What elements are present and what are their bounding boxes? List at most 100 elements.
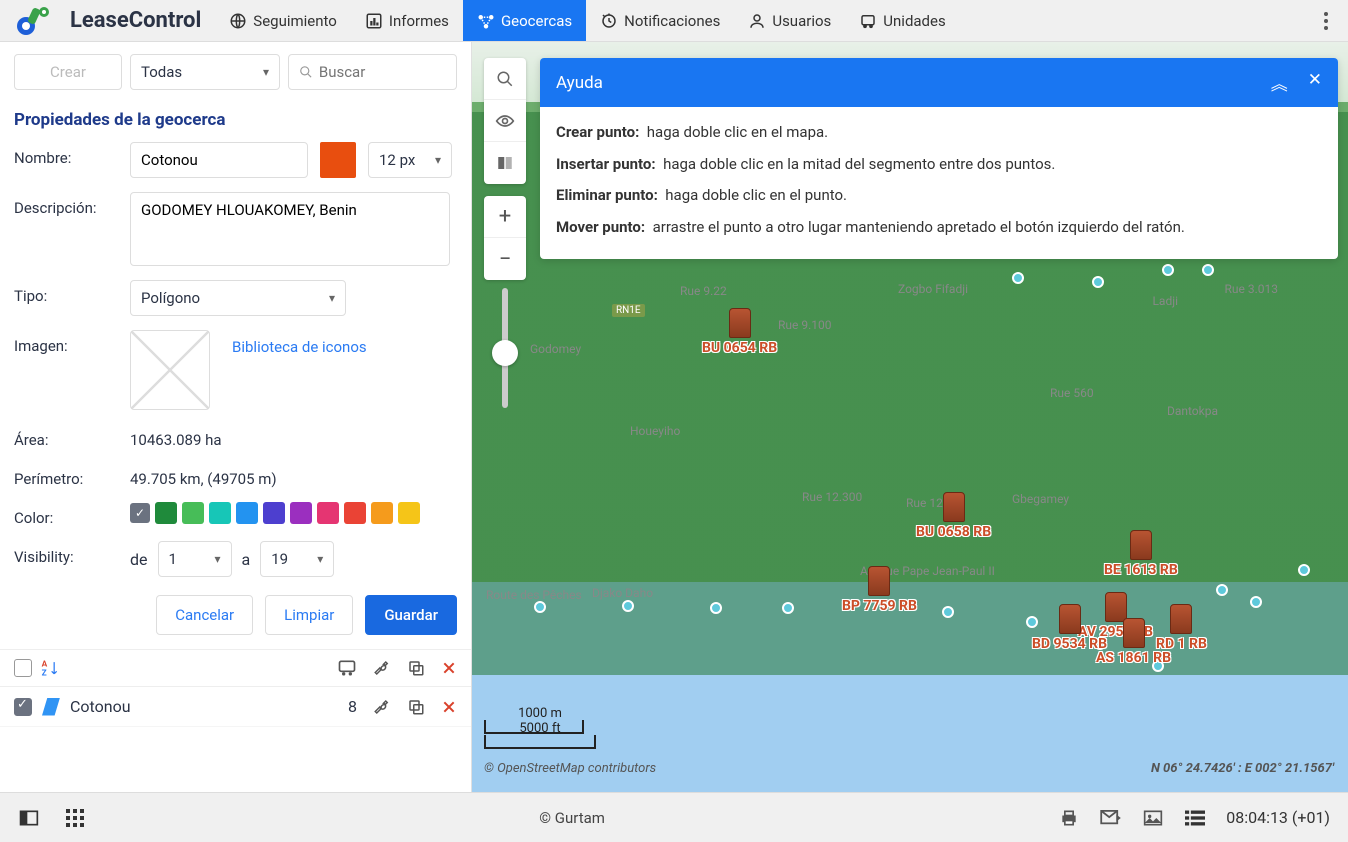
apps-grid[interactable]	[64, 807, 86, 829]
polygon-point[interactable]	[622, 600, 634, 612]
color-checkbox[interactable]: ✓	[130, 503, 150, 523]
create-button[interactable]: Crear	[14, 54, 122, 90]
color-swatch[interactable]	[263, 502, 285, 524]
polygon-point[interactable]	[1216, 584, 1228, 596]
wrench-icon[interactable]	[373, 698, 391, 716]
polygon-point[interactable]	[1202, 264, 1214, 276]
logo-icon	[14, 6, 62, 36]
sidebar: Crear Todas▾ Propiedades de la geocerca …	[0, 42, 472, 792]
list-header: AZ	[0, 649, 471, 687]
geofence-shape-icon	[42, 698, 60, 716]
polygon-point[interactable]	[710, 602, 722, 614]
sb-list[interactable]	[1184, 807, 1206, 829]
polygon-point[interactable]	[1152, 660, 1164, 672]
nav-geocercas[interactable]: Geocercas	[463, 0, 586, 41]
sidebar-top: Crear Todas▾	[0, 42, 471, 102]
collapse-icon[interactable]: ︽	[1271, 70, 1288, 95]
color-swatch[interactable]	[344, 502, 366, 524]
polygon-point[interactable]	[782, 602, 794, 614]
color-swatch[interactable]	[236, 502, 258, 524]
polygon-point[interactable]	[1094, 638, 1106, 650]
search-input[interactable]	[319, 63, 446, 81]
sb-image[interactable]	[1142, 807, 1164, 829]
brand-logo: LeaseControl	[0, 6, 215, 36]
copy-icon[interactable]	[407, 659, 425, 677]
nav-notificaciones[interactable]: Notificaciones	[586, 0, 734, 41]
perimetro-value: 49.705 km, (49705 m)	[130, 463, 277, 488]
delete-icon[interactable]	[441, 699, 457, 715]
zoom-handle[interactable]	[492, 340, 518, 366]
polygon-point[interactable]	[1012, 272, 1024, 284]
brand-name: LeaseControl	[70, 8, 201, 33]
nav-informes[interactable]: Informes	[351, 0, 463, 41]
print-icon	[1059, 809, 1079, 827]
map[interactable]: Godomey Dantokpa Gbegamey Zogbo Fifadji …	[472, 42, 1348, 792]
text-color-swatch[interactable]	[320, 142, 356, 178]
polygon-point[interactable]	[1162, 264, 1174, 276]
clear-button[interactable]: Limpiar	[265, 595, 353, 635]
sb-print[interactable]	[1058, 807, 1080, 829]
main: Crear Todas▾ Propiedades de la geocerca …	[0, 42, 1348, 792]
menu-more[interactable]	[1304, 12, 1348, 30]
help-panel: Ayuda ︽ ✕ Crear punto: haga doble clic e…	[540, 58, 1338, 259]
map-layers[interactable]	[484, 142, 526, 184]
chart-icon	[365, 12, 383, 30]
sb-mail[interactable]	[1100, 807, 1122, 829]
help-header: Ayuda ︽ ✕	[540, 58, 1338, 107]
layout-toggle[interactable]	[18, 807, 40, 829]
color-swatch[interactable]	[317, 502, 339, 524]
save-button[interactable]: Guardar	[365, 595, 457, 635]
visibility-from[interactable]: 1▾	[158, 541, 232, 577]
item-checkbox[interactable]	[14, 698, 32, 716]
nav-usuarios[interactable]: Usuarios	[734, 0, 845, 41]
color-swatch[interactable]	[209, 502, 231, 524]
polygon-point[interactable]	[1298, 564, 1310, 576]
polygon-point[interactable]	[1250, 596, 1262, 608]
props: Nombre: 12 px▾ Descripción: GODOMEY HLOU…	[0, 142, 471, 591]
icon-library-link[interactable]: Biblioteca de iconos	[222, 330, 377, 364]
polygon-point[interactable]	[942, 606, 954, 618]
polygon-point[interactable]	[1092, 276, 1104, 288]
image-placeholder[interactable]	[130, 330, 210, 410]
color-swatch[interactable]	[398, 502, 420, 524]
chevron-down-icon: ▾	[329, 291, 335, 305]
visibility-to[interactable]: 19▾	[260, 541, 334, 577]
label-imagen: Imagen:	[14, 330, 118, 355]
vertical-dots-icon	[1324, 12, 1328, 30]
filter-select[interactable]: Todas▾	[130, 54, 280, 90]
zoom-out[interactable]: −	[484, 238, 526, 280]
bus-icon[interactable]	[337, 659, 357, 677]
props-title: Propiedades de la geocerca	[0, 102, 471, 142]
list-item[interactable]: Cotonou 8	[0, 687, 471, 727]
label-perimetro: Perímetro:	[14, 463, 118, 488]
color-swatch[interactable]	[182, 502, 204, 524]
map-visibility[interactable]	[484, 100, 526, 142]
map-search[interactable]	[484, 58, 526, 100]
polygon-point[interactable]	[534, 601, 546, 613]
color-swatch[interactable]	[371, 502, 393, 524]
nav-seguimiento[interactable]: Seguimiento	[215, 0, 351, 41]
close-icon[interactable]: ✕	[1308, 70, 1322, 95]
polygon-point[interactable]	[1026, 616, 1038, 628]
description-input[interactable]: GODOMEY HLOUAKOMEY, Benin	[130, 192, 450, 266]
delete-icon[interactable]	[441, 660, 457, 676]
zoom-in[interactable]: +	[484, 196, 526, 238]
color-swatch[interactable]	[290, 502, 312, 524]
wrench-icon[interactable]	[373, 659, 391, 677]
label-visibility: Visibility:	[14, 541, 118, 566]
search-icon	[496, 70, 514, 88]
zoom-control: + −	[484, 196, 526, 280]
type-select[interactable]: Polígono▾	[130, 280, 346, 316]
nav: Seguimiento Informes Geocercas Notificac…	[215, 0, 959, 41]
sort-alpha-icon[interactable]: AZ	[40, 658, 60, 678]
color-swatch[interactable]	[155, 502, 177, 524]
user-icon	[748, 12, 766, 30]
font-size-select[interactable]: 12 px▾	[368, 142, 452, 178]
nav-unidades[interactable]: Unidades	[845, 0, 959, 41]
eye-icon	[495, 114, 515, 128]
name-input[interactable]	[130, 142, 308, 178]
cancel-button[interactable]: Cancelar	[156, 595, 253, 635]
copy-icon[interactable]	[407, 698, 425, 716]
map-coords: N 06° 24.7426' : E 002° 21.1567'	[1151, 761, 1334, 776]
select-all-checkbox[interactable]	[14, 659, 32, 677]
